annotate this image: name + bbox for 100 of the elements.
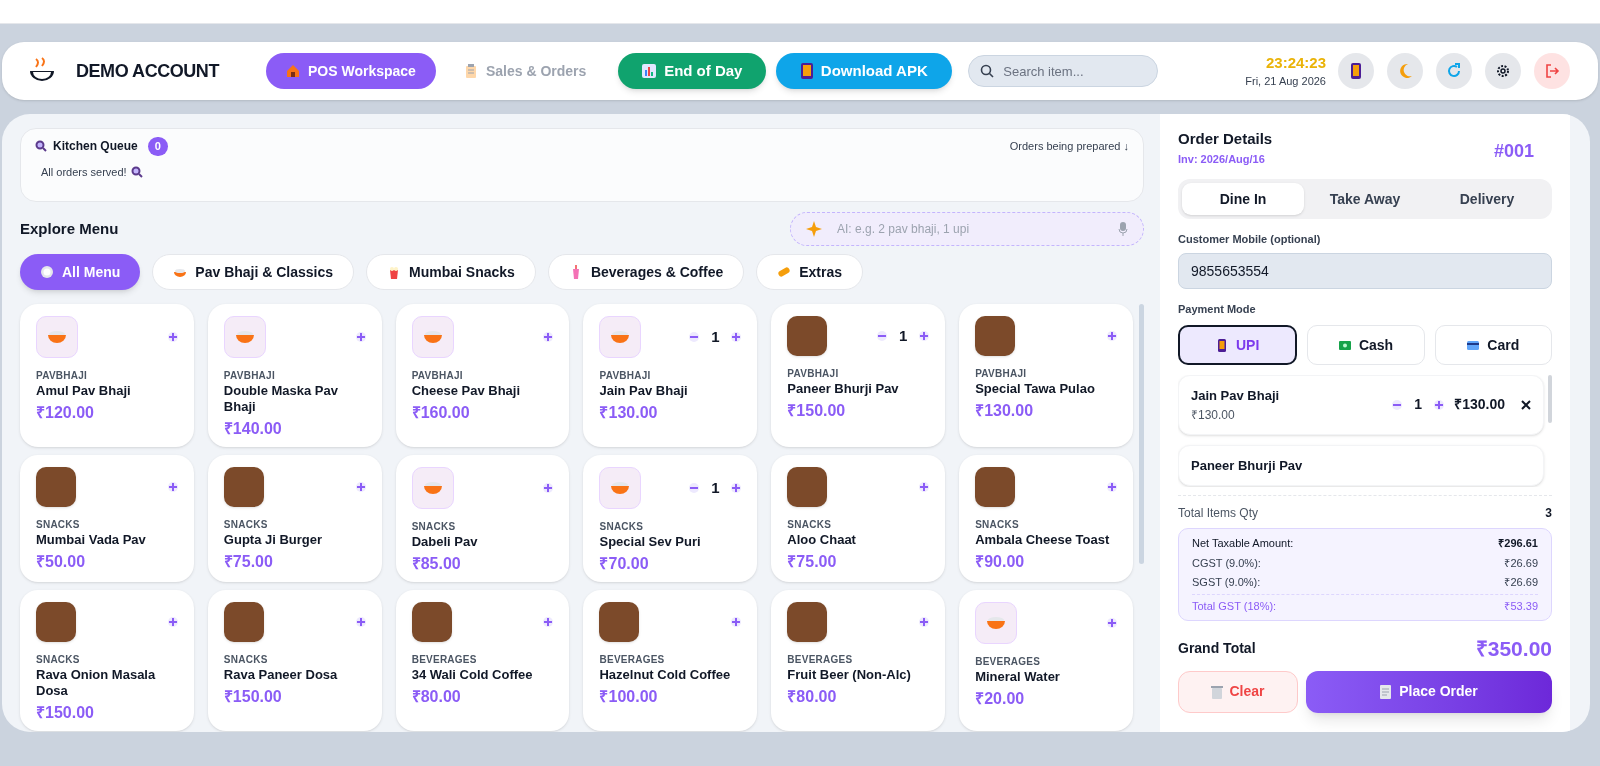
item-category: PAVBHAJI bbox=[36, 369, 89, 383]
clipboard-icon bbox=[463, 64, 478, 78]
menu-item-card[interactable]: 1 PAVBHAJI Paneer Bhurji Pav ₹150.00 bbox=[771, 304, 946, 447]
food-icon bbox=[36, 316, 78, 358]
category-tab[interactable]: Extras bbox=[756, 254, 863, 290]
search-field[interactable]: Search item... bbox=[968, 55, 1159, 87]
search-icon bbox=[980, 64, 995, 78]
photo-placeholder bbox=[975, 467, 1016, 507]
phone-button[interactable] bbox=[1338, 53, 1374, 89]
plus-icon bbox=[543, 332, 554, 342]
add-button[interactable] bbox=[731, 617, 742, 627]
logout-button[interactable] bbox=[1534, 53, 1570, 89]
section-title: Explore Menu bbox=[20, 218, 119, 239]
item-price: ₹120.00 bbox=[36, 403, 95, 423]
plus-icon bbox=[1434, 399, 1445, 410]
plus-icon bbox=[1107, 618, 1117, 628]
menu-item-card[interactable]: BEVERAGES 34 Wali Cold Coffee ₹80.00 bbox=[395, 590, 570, 731]
add-button[interactable] bbox=[543, 483, 554, 493]
tax-value: ₹53.39 bbox=[1504, 598, 1538, 614]
add-button[interactable] bbox=[167, 332, 178, 342]
menu-item-card[interactable]: SNACKS Aloo Chaat ₹75.00 bbox=[771, 455, 946, 582]
card-icon bbox=[1467, 338, 1480, 352]
plus-icon bbox=[543, 617, 554, 627]
add-button[interactable] bbox=[167, 617, 178, 627]
category-tab[interactable]: Mumbai Snacks bbox=[366, 254, 536, 290]
photo-placeholder bbox=[223, 602, 264, 642]
add-button[interactable] bbox=[543, 332, 554, 342]
item-category: SNACKS bbox=[223, 653, 269, 667]
plus-icon bbox=[355, 482, 366, 492]
menu-item-card[interactable]: SNACKS Dabeli Pav ₹85.00 bbox=[395, 455, 570, 582]
plus-icon bbox=[1107, 482, 1117, 492]
add-button[interactable] bbox=[167, 482, 178, 492]
menu-item-card[interactable]: SNACKS Ambala Cheese Toast ₹90.00 bbox=[959, 455, 1133, 582]
add-button[interactable] bbox=[919, 482, 930, 492]
menu-item-card[interactable]: SNACKS Rava Paneer Dosa ₹150.00 bbox=[207, 590, 382, 731]
plus-icon bbox=[167, 482, 178, 492]
payment-mode-button[interactable]: Cash bbox=[1307, 325, 1425, 365]
order-type-tab[interactable]: Delivery bbox=[1426, 183, 1548, 215]
item-price: ₹85.00 bbox=[411, 554, 462, 574]
item-category: SNACKS bbox=[36, 518, 81, 532]
decrease-button[interactable] bbox=[1392, 399, 1403, 410]
mobile-input-field[interactable]: 9855653554 bbox=[1178, 252, 1552, 289]
decrease-button[interactable] bbox=[877, 331, 888, 341]
add-button[interactable] bbox=[919, 331, 930, 341]
refresh-button[interactable] bbox=[1436, 53, 1472, 89]
menu-item-card[interactable]: SNACKS Rava Onion Masala Dosa ₹150.00 bbox=[20, 590, 194, 731]
quantity: 1 bbox=[898, 325, 909, 346]
item-category: SNACKS bbox=[975, 518, 1020, 532]
field-label: Payment Mode bbox=[1178, 301, 1257, 317]
ai-input-field[interactable]: AI: e.g. 2 pav bhaji, 1 upi bbox=[790, 212, 1144, 246]
decrease-button[interactable] bbox=[689, 332, 700, 342]
item-price: ₹150.00 bbox=[223, 687, 283, 707]
add-button[interactable] bbox=[1107, 331, 1117, 341]
category-tab[interactable]: Beverages & Coffee bbox=[547, 254, 745, 290]
add-button[interactable] bbox=[1434, 399, 1445, 410]
item-price: ₹90.00 bbox=[975, 552, 1026, 572]
add-button[interactable] bbox=[919, 617, 930, 627]
decrease-button[interactable] bbox=[689, 483, 700, 493]
item-name: Rava Paneer Dosa bbox=[223, 667, 339, 683]
menu-item-card[interactable]: BEVERAGES Hazelnut Cold Coffee ₹100.00 bbox=[583, 590, 758, 731]
order-type-tab[interactable]: Take Away bbox=[1304, 183, 1426, 215]
category-tab[interactable]: Pav Bhaji & Classics bbox=[152, 254, 355, 290]
phone-icon bbox=[800, 63, 813, 79]
add-button[interactable] bbox=[1107, 482, 1117, 492]
menu-item-card[interactable]: PAVBHAJI Special Tawa Pulao ₹130.00 bbox=[959, 304, 1133, 447]
menu-item-card[interactable]: PAVBHAJI Amul Pav Bhaji ₹120.00 bbox=[20, 304, 194, 447]
summary-value: 3 bbox=[1545, 505, 1552, 522]
moon-button[interactable] bbox=[1387, 53, 1423, 89]
settings-icon bbox=[1494, 62, 1512, 80]
item-name: Jain Pav Bhaji bbox=[599, 383, 689, 399]
add-button[interactable] bbox=[355, 332, 366, 342]
close-icon bbox=[1521, 399, 1531, 410]
add-button[interactable] bbox=[355, 482, 366, 492]
menu-item-card[interactable]: SNACKS Gupta Ji Burger ₹75.00 bbox=[207, 455, 382, 582]
unit-price: ₹130.00 bbox=[1191, 406, 1236, 424]
menu-item-card[interactable]: 1 SNACKS Special Sev Puri ₹70.00 bbox=[583, 455, 758, 582]
invoice-number: Inv: 2026/Aug/16 bbox=[1178, 151, 1266, 167]
payment-mode-button[interactable]: UPI bbox=[1178, 325, 1298, 365]
menu-item-card[interactable]: 1 PAVBHAJI Jain Pav Bhaji ₹130.00 bbox=[583, 304, 758, 447]
photo-placeholder bbox=[975, 316, 1016, 356]
place-order-button[interactable]: Place Order bbox=[1306, 670, 1552, 713]
add-button[interactable] bbox=[1107, 618, 1117, 628]
menu-item-card[interactable]: PAVBHAJI Cheese Pav Bhaji ₹160.00 bbox=[395, 304, 570, 447]
menu-item-card[interactable]: PAVBHAJI Double Maska Pav Bhaji ₹140.00 bbox=[207, 304, 382, 447]
payment-mode-button[interactable]: Card bbox=[1434, 325, 1552, 365]
settings-button[interactable] bbox=[1485, 53, 1521, 89]
add-button[interactable] bbox=[731, 483, 742, 493]
nav-tab[interactable]: POS Workspace bbox=[266, 53, 436, 89]
menu-item-card[interactable]: BEVERAGES Mineral Water ₹20.00 bbox=[959, 590, 1133, 731]
add-button[interactable] bbox=[731, 332, 742, 342]
summary-label: Total Items Qty bbox=[1178, 505, 1259, 522]
add-button[interactable] bbox=[543, 617, 554, 627]
order-type-tab[interactable]: Dine In bbox=[1182, 183, 1304, 215]
tax-value: ₹26.69 bbox=[1504, 555, 1538, 571]
add-button[interactable] bbox=[355, 617, 366, 627]
category-tab[interactable]: All Menu bbox=[20, 254, 141, 290]
food-icon bbox=[223, 316, 266, 358]
menu-item-card[interactable]: SNACKS Mumbai Vada Pav ₹50.00 bbox=[20, 455, 194, 582]
receipt-icon bbox=[1380, 684, 1392, 699]
menu-item-card[interactable]: BEVERAGES Fruit Beer (Non-Alc) ₹80.00 bbox=[771, 590, 946, 731]
